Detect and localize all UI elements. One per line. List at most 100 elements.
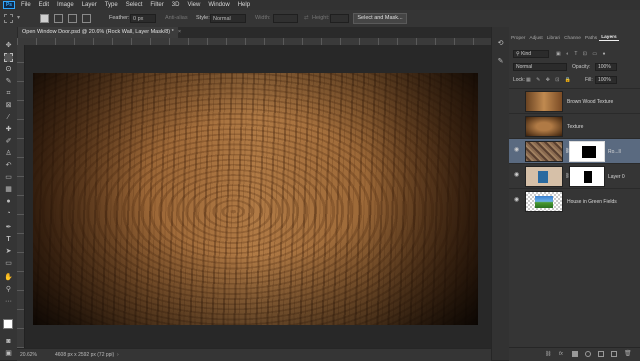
gradient-tool-icon[interactable]: ▦ [4, 185, 13, 194]
layer-row[interactable]: Texture [509, 113, 640, 138]
path-selection-tool-icon[interactable]: ➤ [4, 247, 13, 256]
layer-row[interactable]: ◉ House in Green Fields [509, 188, 640, 213]
swap-icon[interactable]: ⇄ [304, 15, 309, 21]
menu-image[interactable]: Image [53, 2, 78, 8]
tab-channels[interactable]: Channe [562, 36, 583, 41]
layer-thumbnail [525, 191, 563, 212]
menu-file[interactable]: File [17, 2, 35, 8]
lasso-tool-icon[interactable]: ʘ [4, 65, 13, 74]
chevron-down-icon[interactable]: ▾ [17, 14, 26, 23]
menu-edit[interactable]: Edit [35, 2, 53, 8]
dodge-tool-icon[interactable]: ◔ [4, 209, 13, 218]
fill-label: Fill: [585, 77, 593, 83]
tab-layers[interactable]: Layers [599, 35, 619, 41]
zoom-level[interactable]: 20.62% [20, 349, 37, 361]
layer-row[interactable]: Brown Wood Texture [509, 88, 640, 113]
feather-label: Feather: [109, 15, 130, 21]
type-tool-icon[interactable]: T [4, 235, 13, 244]
zoom-tool-icon[interactable]: ⚲ [4, 285, 13, 294]
add-selection-icon[interactable] [54, 14, 63, 23]
layer-filter-icons[interactable]: ▣ ◐ T ⊡ ▭ ● [556, 51, 608, 57]
quick-mask-icon[interactable]: ◙ [4, 337, 13, 346]
screen-mode-icon[interactable]: ▣ [4, 349, 13, 358]
height-input[interactable] [330, 14, 349, 23]
group-folder-icon[interactable] [598, 351, 604, 357]
layer-mask-thumbnail[interactable] [569, 141, 605, 162]
document-tab[interactable]: Open Window Door.psd @ 20.6% (Rock Wall,… [18, 27, 181, 38]
close-icon[interactable]: × [178, 29, 181, 35]
blend-mode-select[interactable]: Normal [513, 63, 567, 71]
history-panel-icon[interactable]: ⟲ [496, 39, 505, 48]
marquee-tool-icon[interactable] [4, 53, 13, 62]
menu-type[interactable]: Type [101, 2, 122, 8]
visibility-off-icon[interactable] [514, 123, 521, 128]
menu-bar: Ps File Edit Image Layer Type Select Fil… [0, 0, 640, 10]
wood-texture-canvas[interactable] [33, 73, 478, 325]
layer-row-selected[interactable]: ◉ ⛓ Ro...ll [509, 138, 640, 163]
foreground-color-swatch[interactable] [3, 319, 13, 329]
eyedropper-tool-icon[interactable]: ⁄ [4, 113, 13, 122]
healing-brush-tool-icon[interactable]: ✚ [4, 125, 13, 134]
eraser-tool-icon[interactable]: ▭ [4, 173, 13, 182]
width-input[interactable] [273, 14, 298, 23]
eye-icon[interactable]: ◉ [514, 172, 521, 178]
crop-tool-icon[interactable]: ⌗ [4, 89, 13, 98]
layer-mask-thumbnail[interactable] [569, 166, 605, 187]
photoshop-logo: Ps [3, 1, 15, 9]
link-layers-icon[interactable]: ⛓ [545, 351, 551, 357]
marquee-tool-icon[interactable] [4, 14, 13, 23]
new-layer-icon[interactable] [611, 351, 617, 357]
eye-icon[interactable]: ◉ [514, 147, 521, 153]
options-bar: ▾ Feather: 0 px Anti-alias Style: Normal… [0, 10, 640, 28]
layer-row[interactable]: ◉ ⛓ Layer 0 [509, 163, 640, 188]
filter-kind-select[interactable]: ⚲ Kind [513, 50, 549, 58]
menu-window[interactable]: Window [204, 2, 233, 8]
menu-help[interactable]: Help [234, 2, 254, 8]
trash-icon[interactable]: 🗑 [624, 351, 632, 357]
vertical-ruler[interactable] [17, 45, 25, 348]
subtract-selection-icon[interactable] [68, 14, 77, 23]
tab-paths[interactable]: Paths [583, 36, 599, 41]
height-label: Height: [312, 15, 330, 21]
more-tools-icon[interactable]: ··· [4, 297, 13, 306]
quick-select-tool-icon[interactable]: ✎ [4, 77, 13, 86]
layers-panel-footer: ⛓ fx 🗑 [509, 347, 640, 361]
menu-layer[interactable]: Layer [78, 2, 101, 8]
fill-input[interactable]: 100% [595, 76, 617, 84]
opacity-input[interactable]: 100% [595, 63, 617, 71]
pen-tool-icon[interactable]: ✒ [4, 223, 13, 232]
tab-adjustments[interactable]: Adjust [527, 36, 544, 41]
adjustment-layer-icon[interactable] [585, 351, 591, 357]
style-select[interactable]: Normal [210, 14, 246, 23]
brush-tool-icon[interactable]: ✐ [4, 137, 13, 146]
tab-properties[interactable]: Proper [509, 36, 527, 41]
select-and-mask-button[interactable]: Select and Mask... [353, 13, 407, 24]
add-mask-icon[interactable] [572, 351, 578, 357]
feather-input[interactable]: 0 px [130, 14, 156, 23]
layer-style-icon[interactable]: fx [559, 351, 565, 357]
document-tab-title: Open Window Door.psd @ 20.6% (Rock Wall,… [22, 29, 174, 35]
blur-tool-icon[interactable]: ● [4, 197, 13, 206]
frame-tool-icon[interactable]: ⊠ [4, 101, 13, 110]
layer-thumbnail [525, 166, 563, 187]
hand-tool-icon[interactable]: ✋ [4, 273, 13, 282]
history-brush-tool-icon[interactable]: ↶ [4, 161, 13, 170]
menu-view[interactable]: View [183, 2, 204, 8]
lock-icons[interactable]: ▦ ✎ ✥ ⊡ 🔒 [526, 77, 573, 83]
eye-icon[interactable]: ◉ [514, 197, 521, 203]
menu-filter[interactable]: Filter [146, 2, 167, 8]
layer-name: Brown Wood Texture [567, 99, 614, 105]
visibility-off-icon[interactable] [514, 98, 521, 103]
move-tool-icon[interactable]: ✥ [4, 41, 13, 50]
brush-settings-icon[interactable]: ✎ [496, 57, 505, 66]
rectangle-tool-icon[interactable]: ▭ [4, 259, 13, 268]
new-selection-icon[interactable] [40, 14, 49, 23]
status-arrow-icon[interactable]: › [117, 349, 119, 361]
clone-stamp-tool-icon[interactable]: ♙ [4, 149, 13, 158]
kind-label: Kind [521, 51, 532, 57]
intersect-selection-icon[interactable] [82, 14, 91, 23]
antialias-label[interactable]: Anti-alias [165, 15, 188, 21]
tab-libraries[interactable]: Librari [545, 36, 562, 41]
menu-select[interactable]: Select [122, 2, 147, 8]
menu-3d[interactable]: 3D [168, 2, 184, 8]
